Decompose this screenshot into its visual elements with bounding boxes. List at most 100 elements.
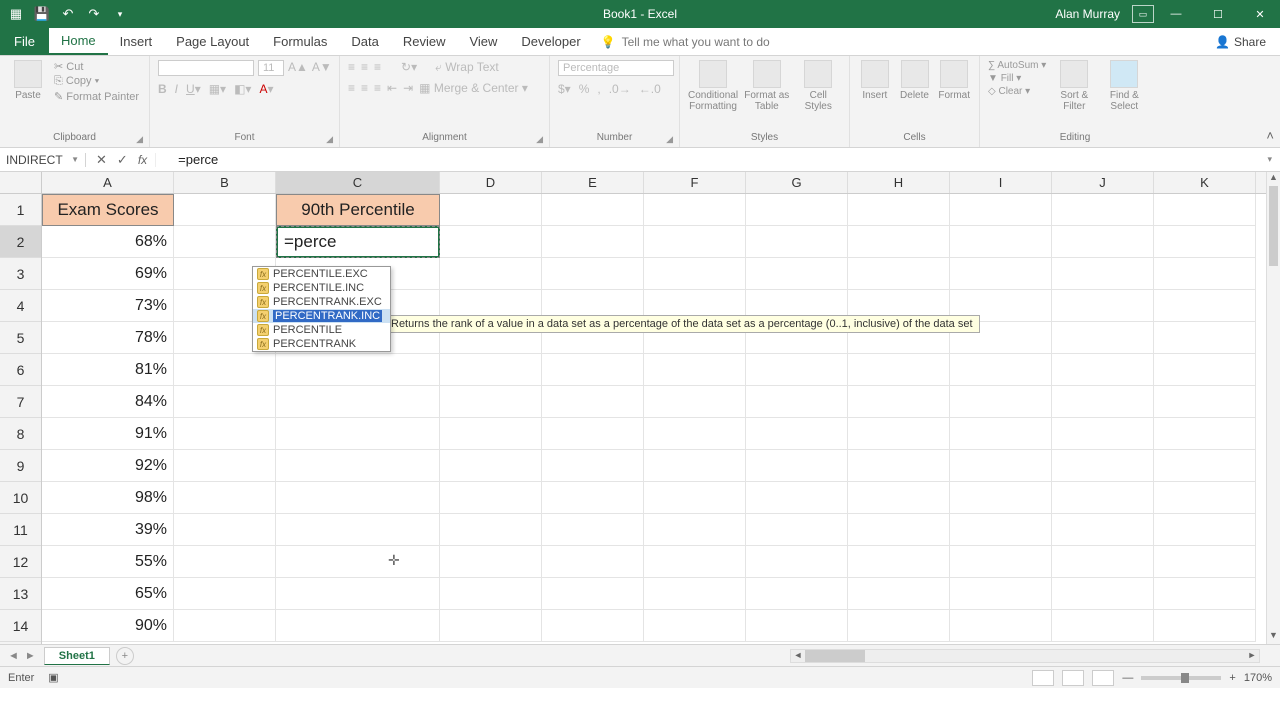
row-header-10[interactable]: 10: [0, 482, 41, 514]
column-header-C[interactable]: C: [276, 172, 440, 193]
cell-B9[interactable]: [174, 450, 276, 482]
column-headers[interactable]: ABCDEFGHIJK: [42, 172, 1266, 194]
prev-sheet-icon[interactable]: ◄: [8, 650, 19, 662]
cell-A4[interactable]: 73%: [42, 290, 174, 322]
autocomplete-item[interactable]: fxPERCENTRANK.INC: [253, 309, 390, 323]
column-header-D[interactable]: D: [440, 172, 542, 193]
cell-I13[interactable]: [950, 578, 1052, 610]
cell-G9[interactable]: [746, 450, 848, 482]
cell-A2[interactable]: 68%: [42, 226, 174, 258]
cell-K5[interactable]: [1154, 322, 1256, 354]
underline-button[interactable]: U▾: [186, 82, 201, 96]
cell-E3[interactable]: [542, 258, 644, 290]
display-options-icon[interactable]: ▭: [1132, 5, 1154, 23]
orientation-icon[interactable]: ↻▾: [401, 60, 417, 75]
cell-I6[interactable]: [950, 354, 1052, 386]
close-button[interactable]: ✕: [1240, 0, 1280, 28]
copy-button[interactable]: ⎘ Copy ▾: [54, 75, 139, 88]
cell-C6[interactable]: [276, 354, 440, 386]
cell-G3[interactable]: [746, 258, 848, 290]
cells-area[interactable]: Exam Scores90th Percentile68%=perce69%73…: [42, 194, 1266, 644]
fill-button[interactable]: ▼ Fill ▾: [988, 73, 1046, 84]
increase-decimal-icon[interactable]: .0→: [609, 82, 631, 96]
redo-icon[interactable]: ↷: [86, 6, 102, 22]
cell-C8[interactable]: [276, 418, 440, 450]
cell-G14[interactable]: [746, 610, 848, 642]
cell-D9[interactable]: [440, 450, 542, 482]
cell-J9[interactable]: [1052, 450, 1154, 482]
cell-K13[interactable]: [1154, 578, 1256, 610]
cell-J2[interactable]: [1052, 226, 1154, 258]
cell-G1[interactable]: [746, 194, 848, 226]
cell-C2[interactable]: =perce: [276, 226, 440, 258]
spreadsheet-grid[interactable]: ABCDEFGHIJK 1234567891011121314 Exam Sco…: [0, 172, 1280, 644]
merge-center-button[interactable]: ▦ Merge & Center ▾: [419, 81, 528, 95]
format-painter-button[interactable]: ✎ Format Painter: [54, 90, 139, 103]
cell-H10[interactable]: [848, 482, 950, 514]
share-button[interactable]: 👤Share: [1201, 28, 1280, 55]
sheet-tab[interactable]: Sheet1: [44, 647, 110, 665]
cell-A8[interactable]: 91%: [42, 418, 174, 450]
cell-C14[interactable]: [276, 610, 440, 642]
cell-H2[interactable]: [848, 226, 950, 258]
column-header-A[interactable]: A: [42, 172, 174, 193]
cell-F12[interactable]: [644, 546, 746, 578]
conditional-formatting-button[interactable]: Conditional Formatting: [688, 60, 738, 112]
cell-G10[interactable]: [746, 482, 848, 514]
cell-A5[interactable]: 78%: [42, 322, 174, 354]
row-header-13[interactable]: 13: [0, 578, 41, 610]
bold-button[interactable]: B: [158, 82, 167, 96]
cell-K12[interactable]: [1154, 546, 1256, 578]
column-header-B[interactable]: B: [174, 172, 276, 193]
maximize-button[interactable]: ☐: [1198, 0, 1238, 28]
cell-E10[interactable]: [542, 482, 644, 514]
cell-F13[interactable]: [644, 578, 746, 610]
autocomplete-item[interactable]: fxPERCENTILE.INC: [253, 281, 390, 295]
cell-B8[interactable]: [174, 418, 276, 450]
review-tab[interactable]: Review: [391, 28, 458, 55]
row-header-7[interactable]: 7: [0, 386, 41, 418]
cut-button[interactable]: ✂ Cut: [54, 60, 139, 73]
cell-J3[interactable]: [1052, 258, 1154, 290]
cell-G12[interactable]: [746, 546, 848, 578]
cell-D2[interactable]: [440, 226, 542, 258]
cell-H8[interactable]: [848, 418, 950, 450]
tell-me-search[interactable]: 💡Tell me what you want to do: [601, 28, 770, 55]
cell-A13[interactable]: 65%: [42, 578, 174, 610]
cell-K4[interactable]: [1154, 290, 1256, 322]
touch-mode-icon[interactable]: ▾: [112, 6, 128, 22]
cell-B11[interactable]: [174, 514, 276, 546]
page-layout-tab[interactable]: Page Layout: [164, 28, 261, 55]
normal-view-button[interactable]: [1032, 670, 1054, 686]
column-header-E[interactable]: E: [542, 172, 644, 193]
home-tab[interactable]: Home: [49, 28, 108, 55]
cell-J12[interactable]: [1052, 546, 1154, 578]
cell-E11[interactable]: [542, 514, 644, 546]
cell-E12[interactable]: [542, 546, 644, 578]
cell-E13[interactable]: [542, 578, 644, 610]
column-header-H[interactable]: H: [848, 172, 950, 193]
cell-styles-button[interactable]: Cell Styles: [796, 60, 841, 112]
cell-D14[interactable]: [440, 610, 542, 642]
cell-H6[interactable]: [848, 354, 950, 386]
column-header-G[interactable]: G: [746, 172, 848, 193]
user-name[interactable]: Alan Murray: [1045, 7, 1130, 21]
cell-F6[interactable]: [644, 354, 746, 386]
cell-G13[interactable]: [746, 578, 848, 610]
align-center-icon[interactable]: ≡: [361, 81, 368, 95]
row-header-14[interactable]: 14: [0, 610, 41, 642]
column-header-F[interactable]: F: [644, 172, 746, 193]
cell-A10[interactable]: 98%: [42, 482, 174, 514]
data-tab[interactable]: Data: [339, 28, 390, 55]
expand-formula-bar-icon[interactable]: ▾: [1259, 154, 1280, 165]
cell-E2[interactable]: [542, 226, 644, 258]
cell-A11[interactable]: 39%: [42, 514, 174, 546]
cell-C10[interactable]: [276, 482, 440, 514]
cell-K7[interactable]: [1154, 386, 1256, 418]
chevron-down-icon[interactable]: ▼: [71, 155, 79, 164]
cell-B6[interactable]: [174, 354, 276, 386]
row-headers[interactable]: 1234567891011121314: [0, 194, 42, 644]
cell-J11[interactable]: [1052, 514, 1154, 546]
cell-F9[interactable]: [644, 450, 746, 482]
cell-F10[interactable]: [644, 482, 746, 514]
